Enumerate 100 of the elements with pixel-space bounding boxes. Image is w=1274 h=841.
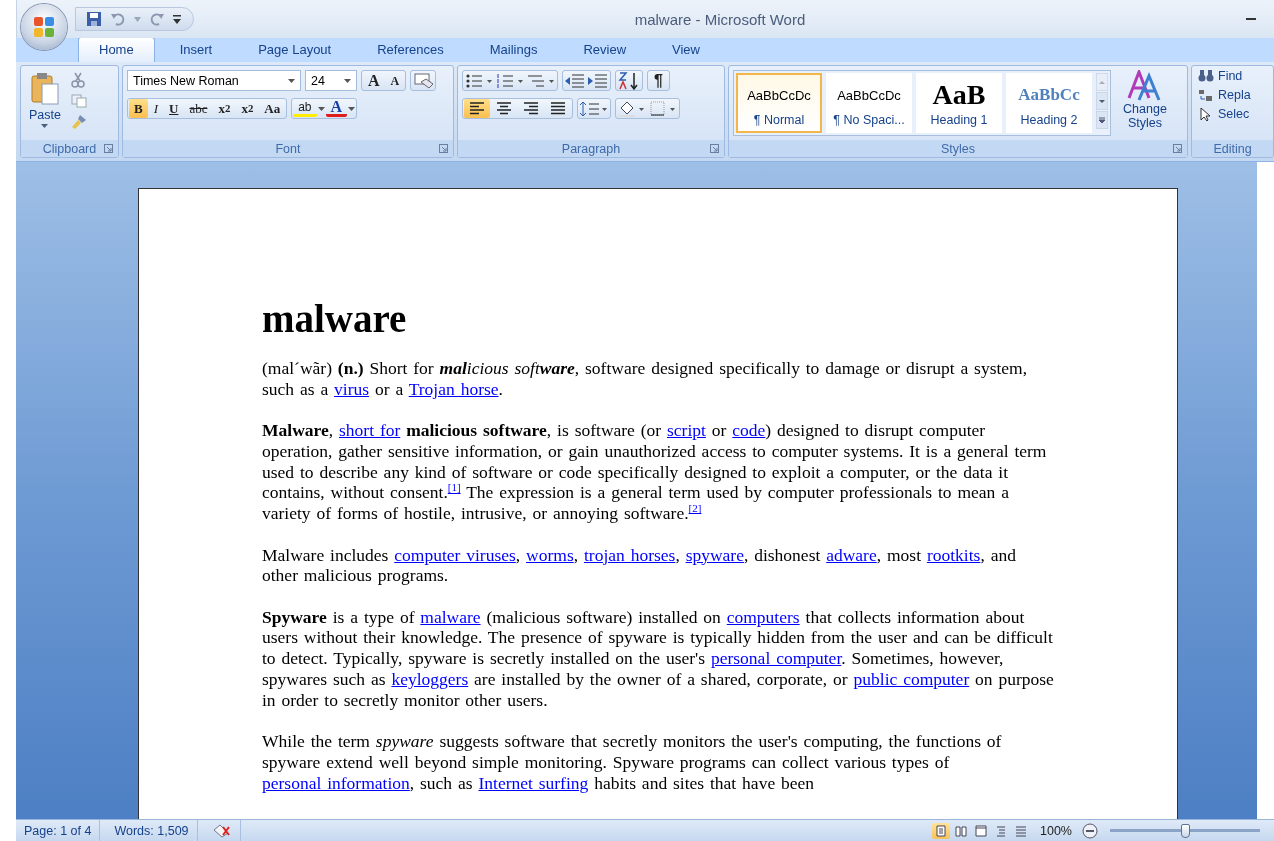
style-option[interactable]: AaB Heading 1 <box>916 73 1002 133</box>
link[interactable]: personal information <box>262 772 410 793</box>
show-marks-button[interactable]: ¶ <box>649 71 668 90</box>
redo-icon[interactable] <box>149 11 165 27</box>
draft-view-icon <box>1015 824 1027 837</box>
borders-icon[interactable] <box>648 99 678 118</box>
scroll-down-icon[interactable] <box>1096 92 1108 110</box>
web-view-button[interactable] <box>972 822 990 839</box>
link[interactable]: keyloggers <box>391 669 469 690</box>
font-name-field[interactable]: Times New Roman <box>127 70 301 91</box>
outline-view-icon <box>995 824 1007 837</box>
office-logo-icon <box>31 14 57 40</box>
find-button[interactable]: Find <box>1198 69 1267 83</box>
format-button[interactable]: U <box>164 99 184 118</box>
link[interactable]: short for <box>339 420 401 441</box>
format-button[interactable]: Aa <box>259 99 286 118</box>
dialog-launcher-icon[interactable] <box>710 144 719 153</box>
footnote-link[interactable]: [2] <box>688 502 702 515</box>
clear-formatting-icon[interactable] <box>412 71 435 90</box>
print-view-button[interactable] <box>932 822 950 839</box>
page-count[interactable]: Page: 1 of 4 <box>16 820 101 841</box>
format-button[interactable]: abc <box>184 99 213 118</box>
clipboard-icon <box>30 72 60 106</box>
change-styles-button[interactable]: Change Styles <box>1117 70 1173 136</box>
paragraph: Malware, short for malicious software, is software (or script or code) designed to disrupt computer operation, gather sensitive information, or gain unauthorized access to computer systems. It is a general term used to describe any kind of software or code specifically designed to exploit a computer, or the data it contains, without consent.$^{[1]}$ The expression is a general term used by computer professionals to mean a variety of forms of hostile, intrusive, or annoying software.$^{[2]}$ <box>262 420 1048 525</box>
letters-a-icon <box>1127 70 1163 102</box>
style-option[interactable]: AaBbCcDc ¶ No Spaci... <box>826 73 912 133</box>
zoom-level[interactable]: 100% <box>1036 823 1076 838</box>
link[interactable]: script <box>667 420 706 441</box>
word-count[interactable]: Words: 1,509 <box>106 820 198 841</box>
footnote-link[interactable]: [1] <box>447 481 461 494</box>
line-spacing-icon[interactable] <box>579 99 609 118</box>
shrink-font-button[interactable]: A <box>385 71 405 90</box>
caret-icon[interactable] <box>348 106 356 111</box>
shading-icon[interactable] <box>617 99 647 118</box>
paragraph: Spyware is a type of malware (malicious software) installed on computers that collects information about users without their knowledge. The presence of spyware is typically hidden from the user and can be difficult to detect. Typically, spyware is secretly installed on the user's personal computer. Sometimes, however, spywares such as keyloggers are installed by the owner of a shared, corporate, or public computer on purpose in order to secretly monitor other users. <box>262 606 1055 711</box>
group-label: Font <box>275 141 301 156</box>
style-option[interactable]: AaBbCc Heading 2 <box>1006 73 1092 133</box>
paragraph: While the term spyware suggests software that secretly monitors the user's computing, the functions of spyware extend well beyond simple monitoring. Spyware programs can collect various types of personal information, such as Internet surfing habits and sites that have been <box>262 731 1003 794</box>
link[interactable]: Internet surfing <box>478 772 589 793</box>
group-label: Styles <box>940 141 975 156</box>
increase-indent-icon[interactable] <box>587 71 609 90</box>
office-button[interactable] <box>21 4 67 50</box>
link[interactable]: rootkits <box>926 544 981 565</box>
minimize-icon[interactable] <box>1246 17 1256 21</box>
style-option[interactable]: AaBbCcDc ¶ Normal <box>736 73 822 133</box>
caret-icon <box>41 124 49 128</box>
link[interactable]: worms <box>526 544 574 565</box>
brush-icon[interactable] <box>70 114 87 130</box>
zoom-out-icon[interactable] <box>1082 822 1098 839</box>
undo-icon[interactable] <box>110 11 126 27</box>
group-label: Clipboard <box>42 141 97 156</box>
select-button[interactable]: Selec <box>1198 107 1267 121</box>
link[interactable]: adware <box>826 544 877 565</box>
highlight-button[interactable]: ab <box>293 100 317 117</box>
link[interactable]: virus <box>334 378 370 399</box>
caret-icon[interactable] <box>317 106 325 111</box>
customize-icon[interactable] <box>173 14 181 24</box>
link[interactable]: public computer <box>853 669 970 690</box>
link[interactable]: personal computer <box>710 648 842 669</box>
font-size-field[interactable]: 24 <box>305 70 357 91</box>
link[interactable]: code <box>732 420 766 441</box>
dialog-launcher-icon[interactable] <box>1173 144 1182 153</box>
paste-button[interactable]: Paste <box>25 70 65 130</box>
ribbon-tab[interactable]: References <box>356 37 465 62</box>
dialog-launcher-icon[interactable] <box>104 144 113 153</box>
ribbon-tab[interactable]: Home <box>78 37 155 62</box>
format-button[interactable]: I <box>148 99 163 118</box>
link[interactable]: spyware <box>685 544 744 565</box>
link[interactable]: malware <box>420 606 481 627</box>
link[interactable]: trojan horses <box>583 544 676 565</box>
dialog-launcher-icon[interactable] <box>439 144 448 153</box>
zoom-slider-thumb[interactable] <box>1181 823 1190 838</box>
link[interactable]: computers <box>726 606 800 627</box>
more-icon[interactable] <box>1096 111 1108 129</box>
decrease-indent-icon[interactable] <box>564 71 586 90</box>
ribbon-tab[interactable]: Review <box>562 37 647 62</box>
save-icon[interactable] <box>86 11 102 27</box>
proofing-icon[interactable] <box>211 823 232 838</box>
replace-button[interactable]: Repla <box>1198 88 1267 102</box>
format-button[interactable]: B <box>129 99 148 118</box>
print-view-icon <box>935 824 947 837</box>
font-color-button[interactable]: A <box>325 100 348 117</box>
link[interactable]: Trojan horse <box>408 378 499 399</box>
ribbon-tab[interactable]: Insert <box>158 37 234 62</box>
replace-icon <box>1198 88 1214 102</box>
caret-icon <box>288 78 295 83</box>
ribbon-tab[interactable]: Page Layout <box>237 37 353 62</box>
document-title: malware <box>262 299 408 338</box>
group-label: Editing <box>1213 141 1252 156</box>
reading-view-icon <box>955 824 967 837</box>
scissors-icon[interactable] <box>70 72 85 88</box>
link[interactable]: computer viruses <box>394 544 516 565</box>
ribbon-tab[interactable]: View <box>651 37 721 62</box>
group-label: Paragraph <box>561 141 621 156</box>
ribbon-tab[interactable]: Mailings <box>468 37 559 62</box>
sort-icon[interactable] <box>617 70 641 91</box>
align-left-button[interactable] <box>464 99 490 118</box>
window-title: malware - Microsoft Word <box>633 10 807 28</box>
grow-font-button[interactable]: A <box>363 71 385 90</box>
